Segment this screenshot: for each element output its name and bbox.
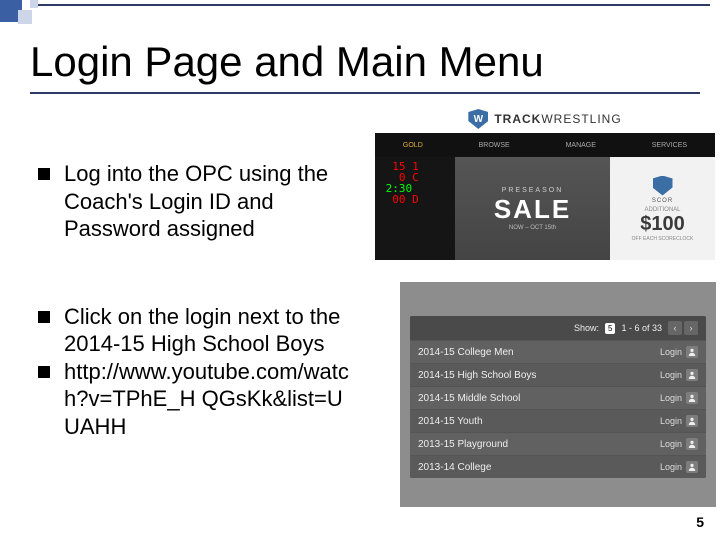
- season-label: 2014-15 Middle School: [418, 393, 520, 404]
- season-label: 2014-15 High School Boys: [418, 370, 536, 381]
- bullet-marker-icon: [38, 366, 50, 378]
- season-panel: Show: 5 1 - 6 of 33 ‹ › 2014-15 College …: [410, 316, 706, 478]
- pager-next-button[interactable]: ›: [684, 321, 698, 335]
- sale-big-text: SALE: [494, 194, 571, 225]
- bullet-list: Log into the OPC using the Coach's Login…: [38, 160, 358, 500]
- pager: ‹ ›: [668, 321, 698, 335]
- season-label: 2013-14 College: [418, 462, 491, 473]
- list-item: Click on the login next to the 2014-15 H…: [38, 303, 358, 358]
- season-row: 2014-15 Youth Login: [410, 409, 706, 432]
- show-select[interactable]: 5: [605, 323, 615, 334]
- promo-scor-text: SCOR: [652, 198, 673, 204]
- sale-sub-text: NOW – OCT 15th: [509, 225, 556, 231]
- bullet-marker-icon: [38, 168, 50, 180]
- page-number: 5: [696, 514, 704, 530]
- user-icon: [686, 392, 698, 404]
- nav-item-browse[interactable]: BROWSE: [479, 142, 510, 149]
- login-button[interactable]: Login: [660, 438, 698, 450]
- list-item: Log into the OPC using the Coach's Login…: [38, 160, 358, 243]
- nav-item-services[interactable]: SERVICES: [652, 142, 687, 149]
- user-icon: [686, 415, 698, 427]
- tw-header: W TRACKWRESTLING: [375, 105, 715, 133]
- promo-panel: SCOR ADDITIONAL $100 OFF EACH SCORECLOCK: [610, 157, 715, 260]
- scoreboard-graphic: 15 1 0 C 2:30 00 D: [375, 157, 455, 260]
- slide-top-rule: [38, 4, 710, 6]
- season-row: 2014-15 College Men Login: [410, 340, 706, 363]
- promo-off-text: OFF EACH SCORECLOCK: [632, 236, 694, 242]
- login-button[interactable]: Login: [660, 346, 698, 358]
- login-button[interactable]: Login: [660, 415, 698, 427]
- show-bar: Show: 5 1 - 6 of 33 ‹ ›: [410, 316, 706, 340]
- bullet-text: Click on the login next to the 2014-15 H…: [64, 303, 358, 358]
- season-label: 2014-15 Youth: [418, 416, 483, 427]
- nav-item-gold[interactable]: GOLD: [403, 142, 423, 149]
- show-label: Show:: [574, 323, 599, 333]
- login-button[interactable]: Login: [660, 369, 698, 381]
- season-row: 2014-15 Middle School Login: [410, 386, 706, 409]
- season-row: 2014-15 High School Boys Login: [410, 363, 706, 386]
- trackwrestling-screenshot: W TRACKWRESTLING GOLD BROWSE MANAGE SERV…: [375, 105, 715, 260]
- login-button[interactable]: Login: [660, 461, 698, 473]
- bullet-text: Log into the OPC using the Coach's Login…: [64, 160, 358, 243]
- list-item: http://www.youtube.com/watch?v=TPhE_H QG…: [38, 358, 358, 441]
- login-button[interactable]: Login: [660, 392, 698, 404]
- season-label: 2013-15 Playground: [418, 439, 508, 450]
- bullet-link-text: http://www.youtube.com/watch?v=TPhE_H QG…: [64, 358, 358, 441]
- promo-amount: $100: [640, 213, 685, 236]
- nav-item-manage[interactable]: MANAGE: [566, 142, 596, 149]
- user-icon: [686, 346, 698, 358]
- tw-nav: GOLD BROWSE MANAGE SERVICES: [375, 133, 715, 157]
- bullet-marker-icon: [38, 311, 50, 323]
- season-row: 2013-15 Playground Login: [410, 432, 706, 455]
- show-range: 1 - 6 of 33: [621, 323, 662, 333]
- tw-logo-icon: W: [468, 109, 488, 129]
- sale-pre-text: PRESEASON: [502, 187, 564, 194]
- tw-brand-text: TRACKWRESTLING: [494, 112, 621, 126]
- title-underline: [30, 92, 700, 94]
- season-list-screenshot: Show: 5 1 - 6 of 33 ‹ › 2014-15 College …: [400, 282, 716, 507]
- promo-shield-icon: [653, 176, 673, 196]
- user-icon: [686, 438, 698, 450]
- user-icon: [686, 461, 698, 473]
- season-label: 2014-15 College Men: [418, 347, 514, 358]
- pager-prev-button[interactable]: ‹: [668, 321, 682, 335]
- season-row: 2013-14 College Login: [410, 455, 706, 478]
- sale-banner: PRESEASON SALE NOW – OCT 15th: [455, 157, 610, 260]
- user-icon: [686, 369, 698, 381]
- page-title: Login Page and Main Menu: [30, 38, 544, 86]
